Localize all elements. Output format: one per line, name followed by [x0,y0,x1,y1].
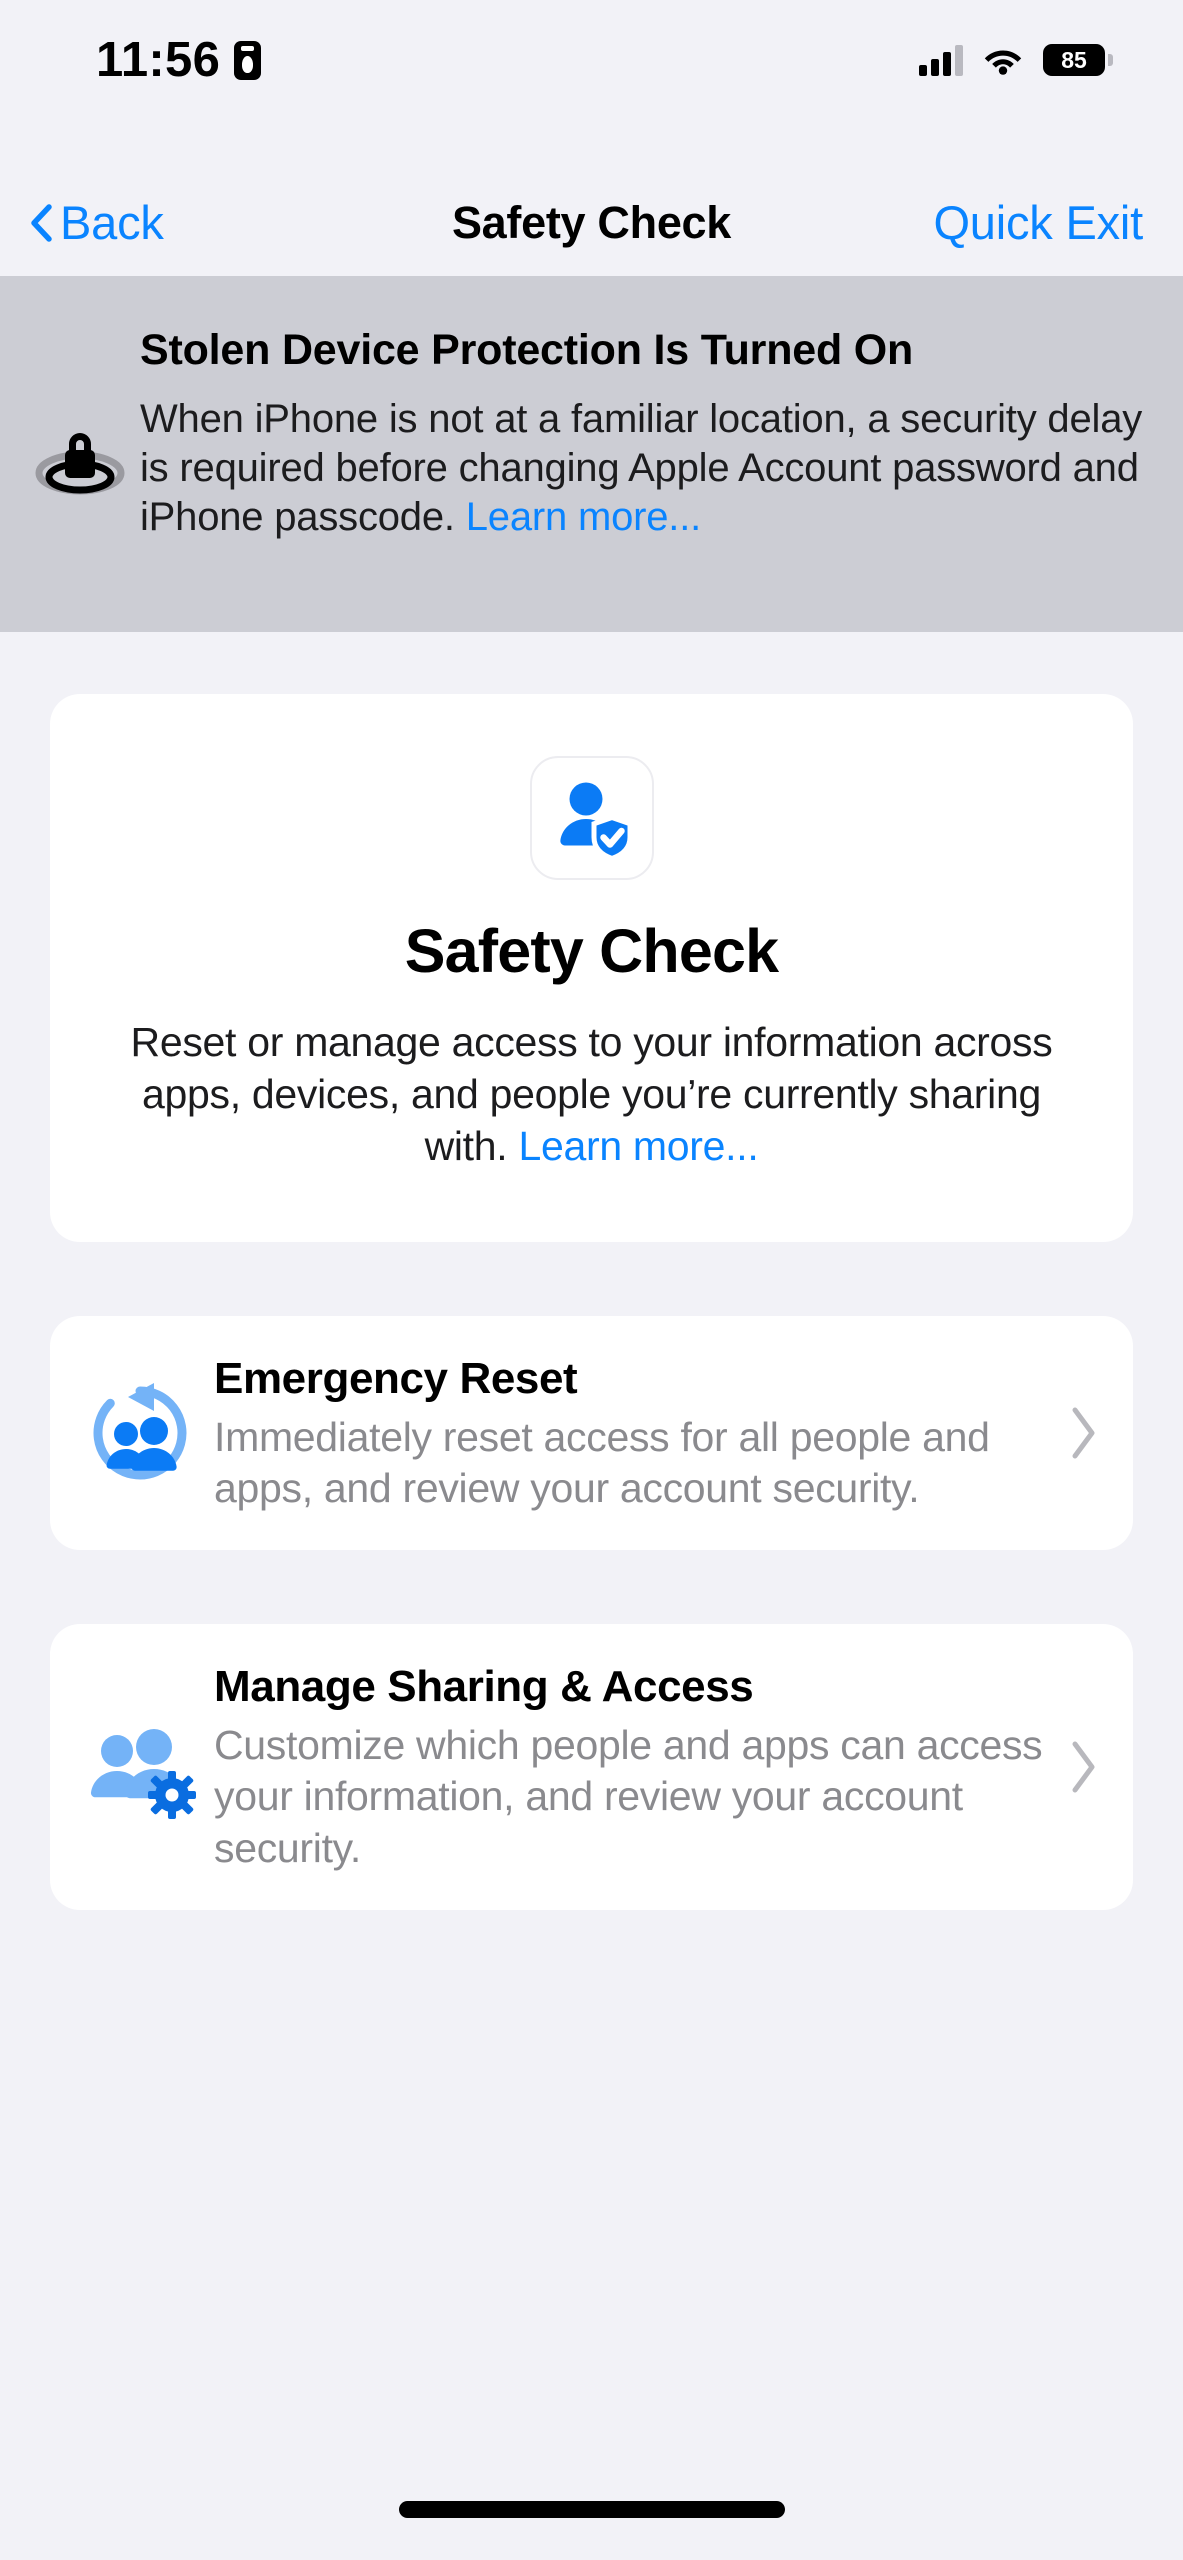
banner-title: Stolen Device Protection Is Turned On [140,326,914,374]
emergency-reset-subtitle: Immediately reset access for all people … [214,1413,990,1512]
safety-check-screen: 11:56 85 Back Safety Check Quick Exit St… [0,0,1183,2560]
home-indicator-bar[interactable] [398,2501,785,2518]
people-gear-icon [76,1703,204,1831]
back-button-label: Back [60,196,164,249]
chevron-right-icon [1069,1405,1099,1461]
banner-body: When iPhone is not at a familiar locatio… [140,395,1153,541]
hero-title: Safety Check [404,917,779,985]
privacy-record-icon [234,40,262,80]
battery-level-label: 85 [1061,46,1087,73]
wifi-icon [983,45,1023,75]
stolen-device-protection-banner: Stolen Device Protection Is Turned On Wh… [0,276,1183,632]
chevron-right-icon [1069,1739,1099,1795]
lock-on-location-icon [28,376,132,536]
banner-text-block: Stolen Device Protection Is Turned On Wh… [132,322,1153,541]
chevron-left-icon [30,203,52,242]
content-area: Safety Check Reset or manage access to y… [0,632,1183,1910]
manage-sharing-access-subtitle: Customize which people and apps can acce… [214,1722,1043,1871]
banner-learn-more-link[interactable]: Learn more... [466,495,701,539]
manage-sharing-access-text: Manage Sharing & Access Customize which … [204,1660,1069,1873]
manage-sharing-access-row[interactable]: Manage Sharing & Access Customize which … [50,1624,1133,1910]
hero-description: Reset or manage access to your informati… [104,1016,1079,1172]
back-button[interactable]: Back [30,195,164,250]
status-bar-right: 85 [919,44,1113,76]
emergency-reset-row[interactable]: Emergency Reset Immediately reset access… [50,1316,1133,1551]
status-bar-clock: 11:56 [96,33,221,87]
status-bar-left: 11:56 [96,32,262,88]
hero-learn-more-link[interactable]: Learn more... [518,1123,758,1169]
status-bar: 11:56 85 [0,0,1183,120]
battery-icon: 85 [1043,44,1113,76]
person-with-shield-check-icon [529,756,654,880]
people-reset-arrow-icon [76,1369,204,1497]
safety-check-hero-card: Safety Check Reset or manage access to y… [50,694,1133,1243]
cellular-signal-icon [919,44,963,76]
navigation-bar: Back Safety Check Quick Exit [0,170,1183,275]
emergency-reset-title: Emergency Reset [214,1354,578,1404]
quick-exit-button[interactable]: Quick Exit [933,195,1153,250]
emergency-reset-text: Emergency Reset Immediately reset access… [204,1352,1069,1514]
manage-sharing-access-title: Manage Sharing & Access [214,1662,754,1712]
